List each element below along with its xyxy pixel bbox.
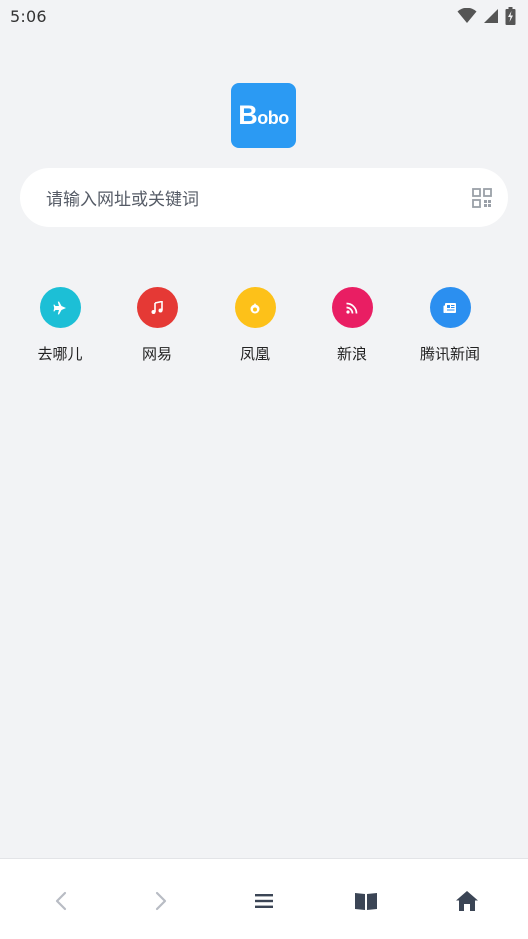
- quick-link-circle: [429, 287, 471, 328]
- back-icon: [55, 891, 67, 911]
- quick-link-label: 凤凰: [239, 345, 270, 363]
- phoenix-icon: [248, 301, 262, 315]
- quick-link-circle: [331, 287, 373, 328]
- status-time: 5:06: [10, 6, 47, 26]
- home-icon: [455, 890, 479, 912]
- quick-link-label: 新浪: [336, 345, 367, 363]
- quick-link-label: 腾讯新闻: [419, 345, 480, 363]
- quick-link-qunar[interactable]: 去哪儿: [15, 287, 105, 364]
- quick-link-circle: [234, 287, 276, 328]
- airplane-icon: [53, 301, 67, 315]
- newspaper-icon: [443, 301, 457, 315]
- forward-icon: [155, 891, 167, 911]
- status-icons: [457, 7, 516, 25]
- rss-icon: [345, 301, 359, 315]
- music-note-icon: [150, 300, 164, 315]
- status-bar: 5:06: [0, 0, 528, 32]
- logo-text-first: B: [238, 100, 258, 130]
- search-bar[interactable]: 请输入网址或关键词: [20, 168, 508, 227]
- quick-link-label: 网易: [141, 345, 172, 363]
- bottom-nav: [0, 858, 528, 939]
- home-button[interactable]: [447, 887, 487, 915]
- quick-link-tencent-news[interactable]: 腾讯新闻: [405, 287, 495, 364]
- cellular-signal-icon: [483, 8, 499, 24]
- battery-charging-icon: [505, 7, 516, 25]
- quick-link-circle: [39, 287, 81, 328]
- quick-link-circle: [136, 287, 178, 328]
- bookmarks-button[interactable]: [346, 887, 386, 915]
- wifi-icon: [457, 8, 477, 24]
- forward-button[interactable]: [141, 887, 181, 915]
- menu-button[interactable]: [244, 887, 284, 915]
- quick-link-ifeng[interactable]: 凤凰: [210, 287, 300, 364]
- book-icon: [354, 891, 378, 911]
- menu-icon: [254, 893, 274, 909]
- quick-link-netease[interactable]: 网易: [112, 287, 202, 364]
- search-input[interactable]: 请输入网址或关键词: [46, 185, 199, 210]
- quick-link-sina[interactable]: 新浪: [307, 287, 397, 364]
- logo-text: Bobo: [238, 100, 289, 131]
- logo-text-rest: obo: [257, 108, 289, 128]
- app-logo: Bobo: [231, 83, 296, 148]
- back-button[interactable]: [41, 887, 81, 915]
- qr-scan-icon[interactable]: [472, 187, 492, 208]
- quick-link-label: 去哪儿: [37, 345, 83, 363]
